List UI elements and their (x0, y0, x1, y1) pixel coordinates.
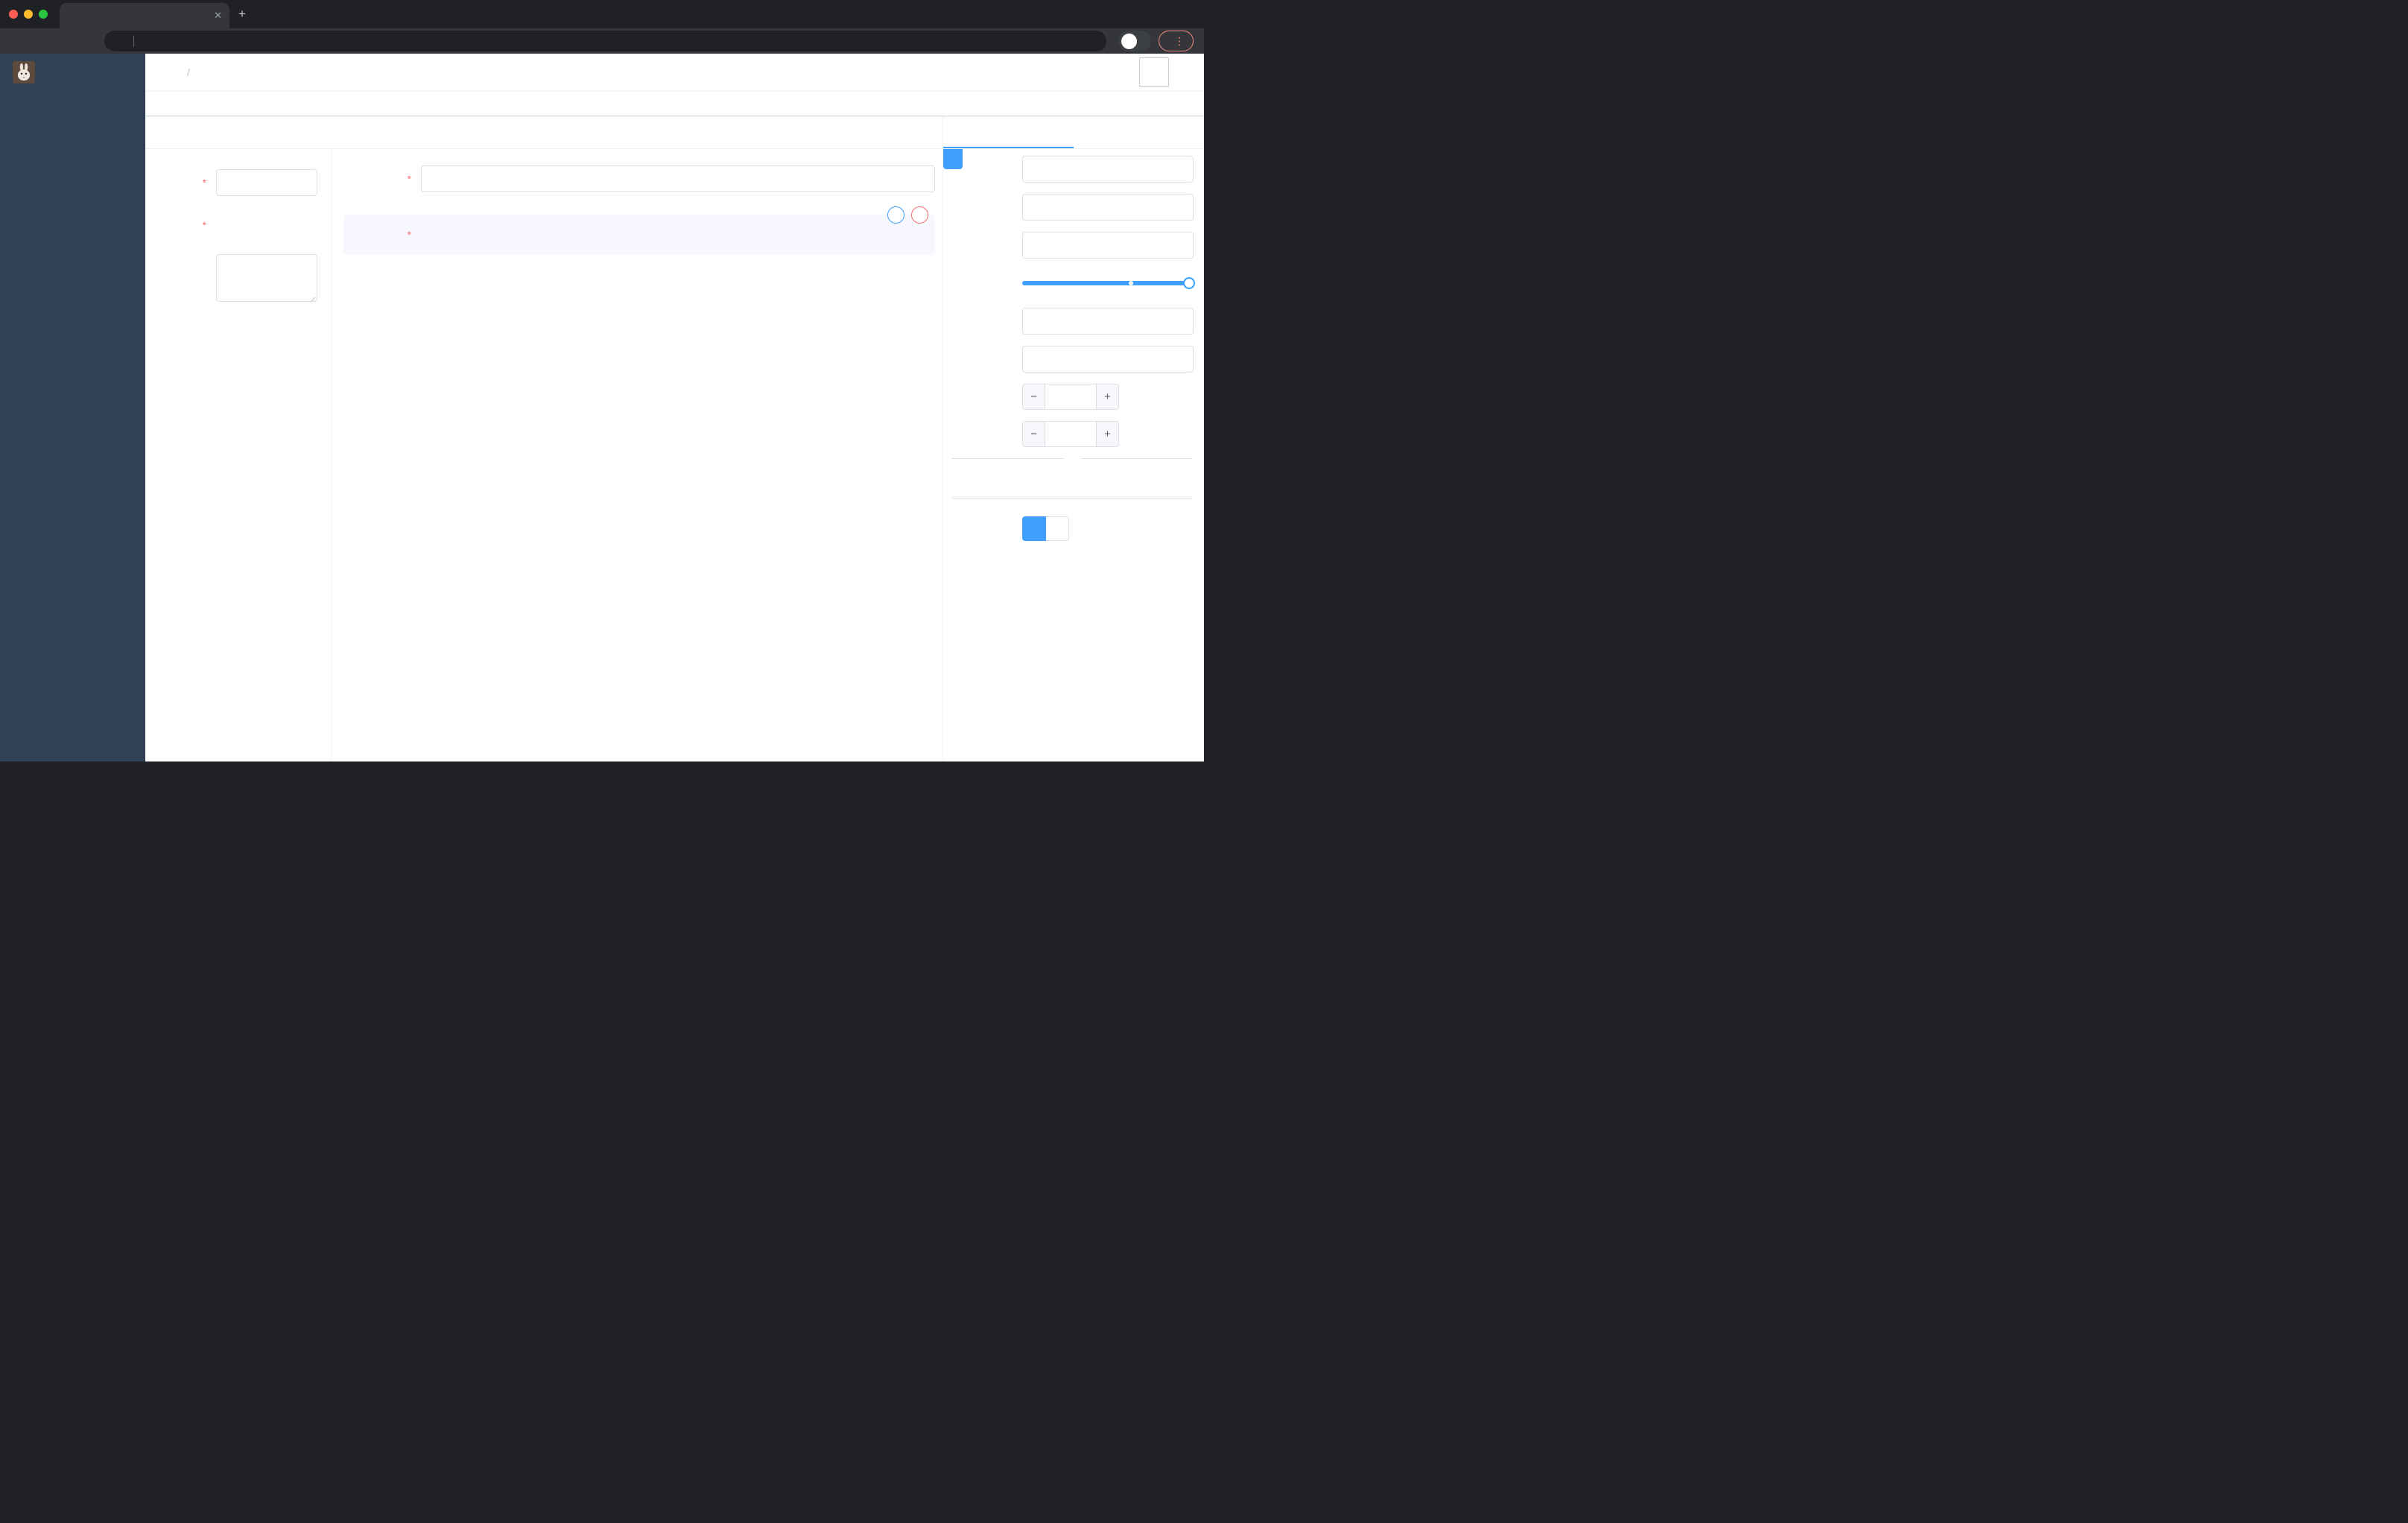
min-select-input[interactable] (1045, 384, 1096, 409)
url-bar[interactable] (104, 31, 1106, 51)
github-icon[interactable] (1028, 66, 1042, 80)
minimize-window-button[interactable] (24, 10, 33, 19)
broken-image-icon (1141, 60, 1167, 85)
field-name-input[interactable] (1022, 194, 1194, 221)
min-select-stepper: − + (1022, 384, 1119, 410)
forward-icon[interactable] (34, 35, 47, 48)
font-size-icon[interactable] (1112, 66, 1125, 79)
properties-panel: − + − + (942, 149, 1204, 762)
sidebar (0, 54, 145, 762)
trash-icon (910, 127, 922, 139)
form-designer: * * * * − + − + (145, 116, 1204, 762)
search-icon[interactable] (1001, 66, 1014, 79)
password-manager-icon[interactable] (1068, 36, 1079, 47)
link-icon (948, 154, 958, 165)
copy-icon (891, 210, 901, 220)
home-icon[interactable] (80, 35, 93, 48)
header: / (145, 54, 1204, 91)
browser-tab[interactable]: ✕ (60, 3, 229, 28)
phone-field-label: * (407, 173, 411, 185)
selected-component-gender[interactable]: * (343, 206, 935, 255)
form-name-input[interactable] (216, 169, 317, 196)
browser-toolbar: ⋮ (0, 28, 1204, 54)
slider-handle[interactable] (1183, 277, 1195, 289)
chevron-down-icon (1177, 165, 1187, 174)
chevron-down-icon[interactable] (1177, 66, 1191, 79)
style-default-button[interactable] (1022, 516, 1046, 541)
plus-circle-icon (960, 471, 971, 482)
form-canvas[interactable]: * * (332, 149, 942, 762)
remark-textarea[interactable] (216, 254, 317, 302)
tab-component-props[interactable] (943, 116, 1074, 148)
not-secure-icon (113, 37, 123, 46)
browser-chrome: ✕ + ⋮ (0, 0, 1204, 54)
form-name-label: * (202, 177, 206, 189)
clear-button[interactable] (910, 127, 926, 139)
close-tab-icon[interactable]: ✕ (214, 10, 222, 22)
screen: ✕ + ⋮ / * * * * − + − + (0, 0, 1204, 762)
status-label: * (202, 219, 206, 231)
style-button-button[interactable] (1046, 516, 1069, 541)
back-icon[interactable] (11, 35, 24, 48)
incognito-icon (1121, 33, 1137, 49)
browser-tabstrip: ✕ + (0, 0, 1204, 28)
help-icon[interactable] (1056, 66, 1070, 79)
reload-icon[interactable] (57, 35, 70, 48)
component-type-select[interactable] (1022, 156, 1194, 183)
save-button[interactable] (838, 127, 855, 139)
fullscreen-icon[interactable] (1084, 66, 1097, 79)
decrease-button[interactable]: − (1023, 422, 1045, 446)
favicon-icon (67, 10, 77, 21)
browser-menu-icon[interactable]: ⋮ (1174, 35, 1185, 48)
component-palette: * * (145, 149, 332, 762)
incognito-badge (1118, 31, 1151, 51)
delete-component-button[interactable] (911, 206, 928, 224)
form-grid-slider[interactable] (1022, 270, 1195, 297)
increase-button[interactable]: + (1096, 422, 1118, 446)
breadcrumb: / (187, 66, 190, 78)
divider (133, 35, 134, 47)
increase-button[interactable]: + (1096, 384, 1118, 409)
bookmark-icon[interactable] (1086, 36, 1097, 47)
options-divider (952, 458, 1192, 459)
phone-field-row[interactable]: * (343, 165, 935, 192)
label-width-input[interactable] (1022, 308, 1194, 335)
copy-component-button[interactable] (887, 206, 904, 224)
add-option-button[interactable] (960, 471, 1194, 482)
gender-field-label: * (407, 229, 411, 241)
tags-view-bar (145, 91, 1204, 116)
sidebar-logo[interactable] (0, 54, 145, 91)
phone-input[interactable] (421, 165, 935, 192)
remark-label (155, 254, 216, 261)
right-panel-tabs (942, 116, 1204, 148)
default-value-input[interactable] (1022, 346, 1194, 373)
zoom-window-button[interactable] (39, 10, 48, 19)
max-select-input[interactable] (1045, 422, 1096, 446)
sidebar-menu (0, 91, 145, 762)
eye-icon (874, 127, 886, 139)
window-controls (0, 1, 60, 27)
option-style-segment (1022, 516, 1069, 541)
title-input[interactable] (1022, 232, 1194, 259)
update-button[interactable]: ⋮ (1159, 31, 1194, 51)
tab-form-props[interactable] (1074, 116, 1204, 148)
max-select-stepper: − + (1022, 421, 1119, 447)
decrease-button[interactable]: − (1023, 384, 1045, 409)
logo-image (13, 61, 35, 83)
external-link-tag[interactable] (943, 149, 963, 169)
new-tab-button[interactable]: + (238, 7, 246, 22)
slider-mark (1128, 281, 1133, 285)
view-json-button[interactable] (874, 127, 890, 139)
trash-icon (915, 210, 925, 220)
check-icon (838, 127, 850, 139)
slider-track[interactable] (1022, 281, 1194, 285)
hamburger-icon[interactable] (156, 66, 169, 79)
avatar[interactable] (1139, 57, 1169, 87)
close-window-button[interactable] (9, 10, 18, 19)
